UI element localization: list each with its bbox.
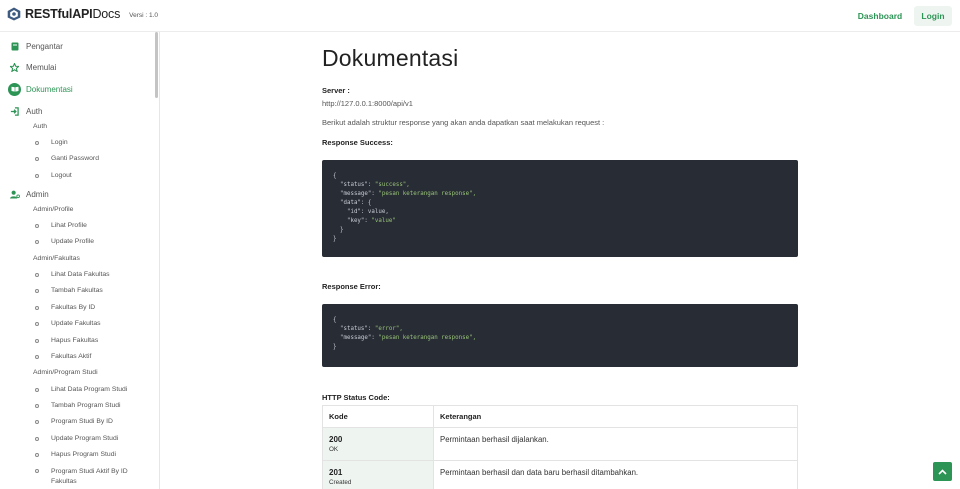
chevron-up-icon (938, 468, 947, 475)
sidebar-link-fakultas-aktif[interactable]: Fakultas Aktif (35, 353, 91, 365)
bullet-icon (35, 437, 39, 441)
login-button[interactable]: Login (914, 6, 952, 26)
sidebar-link-fakultas-by-id[interactable]: Fakultas By ID (35, 304, 95, 316)
sidebar-link-update-program-studi[interactable]: Update Program Studi (35, 435, 118, 447)
bullet-icon (35, 404, 39, 408)
bullet-icon (35, 157, 39, 161)
sidebar-link-lihat-data-fakultas[interactable]: Lihat Data Fakultas (35, 271, 110, 283)
sidebar-link-update-fakultas[interactable]: Update Fakultas (35, 320, 101, 332)
table-row: 200 OK Permintaan berhasil dijalankan. (323, 428, 797, 461)
bullet-icon (35, 339, 39, 343)
intro-text: Berikut adalah struktur response yang ak… (322, 118, 605, 127)
page-title: Dokumentasi (322, 45, 459, 71)
column-header-keterangan: Keterangan (440, 412, 482, 421)
sign-in-icon (9, 106, 20, 117)
status-code: 201 (329, 468, 343, 477)
bullet-icon (35, 469, 39, 473)
sidebar-scrollbar[interactable] (155, 32, 158, 98)
star-icon (9, 62, 20, 73)
response-error-code: { "status": "error", "message": "pesan k… (322, 304, 798, 367)
bullet-icon (35, 289, 39, 293)
dashboard-link[interactable]: Dashboard (852, 6, 908, 26)
sidebar-group-auth: Auth (33, 123, 47, 130)
status-description: Permintaan berhasil dan data baru berhas… (440, 468, 639, 477)
http-status-table: Kode Keterangan 200 OK Permintaan berhas… (322, 405, 798, 489)
bullet-icon (35, 174, 39, 178)
sidebar-link-logout[interactable]: Logout (35, 172, 72, 184)
server-url: http://127.0.0.1:8000/api/v1 (322, 99, 413, 108)
response-success-code: { "status": "success", "message": "pesan… (322, 160, 798, 257)
bullet-icon (35, 306, 39, 310)
column-header-kode: Kode (323, 406, 434, 427)
sidebar-link-login[interactable]: Login (35, 139, 68, 151)
status-code: 200 (329, 435, 343, 444)
sidebar-link-update-profile[interactable]: Update Profile (35, 238, 94, 250)
sidebar-item-label: Memulai (26, 62, 57, 72)
sidebar-group-admin-program-studi: Admin/Program Studi (33, 369, 98, 376)
book-icon (9, 41, 20, 52)
sidebar-link-hapus-fakultas[interactable]: Hapus Fakultas (35, 337, 98, 349)
bullet-icon (35, 420, 39, 424)
sidebar-link-program-studi-aktif[interactable]: Program Studi Aktif By ID Fakultas (35, 467, 128, 489)
sidebar-item-pengantar[interactable]: Pengantar (9, 38, 63, 54)
brand-name: RESTfulAPI (25, 7, 93, 21)
logo-icon (7, 7, 21, 21)
table-row: 201 Created Permintaan berhasil dan data… (323, 461, 797, 489)
bullet-icon (35, 388, 39, 392)
status-text: Created (329, 479, 352, 486)
sidebar-item-dokumentasi[interactable]: Dokumentasi (8, 81, 73, 97)
bullet-icon (35, 141, 39, 145)
sidebar-item-label: Admin (26, 189, 49, 199)
brand[interactable]: RESTfulAPI Docs Versi : 1.0 (7, 7, 158, 21)
sidebar-item-auth[interactable]: Auth (9, 103, 42, 119)
response-error-label: Response Error: (322, 282, 381, 291)
sidebar-item-label: Dokumentasi (26, 84, 73, 94)
status-text: OK (329, 446, 339, 453)
sidebar-item-label: Pengantar (26, 41, 63, 51)
response-success-label: Response Success: (322, 138, 393, 147)
brand-suffix: Docs (92, 7, 121, 21)
user-cog-icon (9, 189, 20, 200)
bullet-icon (35, 355, 39, 359)
sidebar-group-admin-fakultas: Admin/Fakultas (33, 255, 80, 262)
bullet-icon (35, 322, 39, 326)
bullet-icon (35, 240, 39, 244)
sidebar-link-tambah-program-studi[interactable]: Tambah Program Studi (35, 402, 121, 414)
bullet-icon (35, 224, 39, 228)
sidebar-item-label: Auth (26, 106, 43, 116)
sidebar-group-admin-profile: Admin/Profile (33, 206, 74, 213)
bullet-icon (35, 453, 39, 457)
sidebar-link-lihat-data-program-studi[interactable]: Lihat Data Program Studi (35, 386, 127, 398)
top-navbar: RESTfulAPI Docs Versi : 1.0 Dashboard Lo… (0, 0, 960, 32)
sidebar-link-hapus-program-studi[interactable]: Hapus Program Studi (35, 451, 116, 463)
sidebar-item-memulai[interactable]: Memulai (9, 59, 56, 75)
back-to-top-button[interactable] (933, 462, 952, 481)
sidebar-link-program-studi-by-id[interactable]: Program Studi By ID (35, 418, 113, 430)
sidebar-link-ganti-password[interactable]: Ganti Password (35, 155, 99, 167)
http-status-label: HTTP Status Code: (322, 393, 390, 402)
sidebar-link-tambah-fakultas[interactable]: Tambah Fakultas (35, 287, 103, 299)
sidebar-item-admin[interactable]: Admin (9, 186, 49, 202)
table-header: Kode Keterangan (323, 406, 797, 428)
bullet-icon (35, 273, 39, 277)
book-open-icon (8, 82, 21, 96)
sidebar: Pengantar Memulai Dokumentasi Auth Auth … (0, 32, 160, 489)
version-label: Versi : 1.0 (129, 11, 159, 19)
sidebar-link-lihat-profile[interactable]: Lihat Profile (35, 222, 87, 234)
server-label: Server : (322, 86, 350, 95)
status-description: Permintaan berhasil dijalankan. (440, 435, 549, 444)
